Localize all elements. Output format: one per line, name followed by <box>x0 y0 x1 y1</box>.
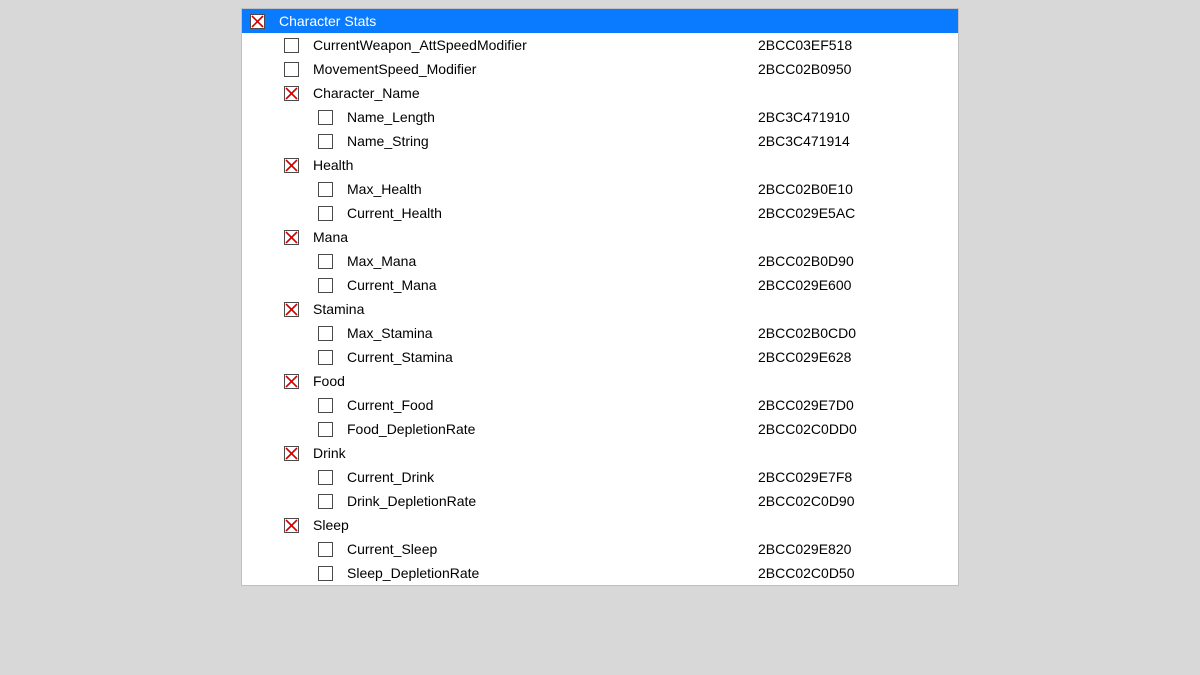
entry-label: Sleep_DepletionRate <box>347 561 479 585</box>
checkbox-icon[interactable] <box>284 302 299 317</box>
tree-row[interactable]: Current_Mana 2BCC029E600 <box>242 273 958 297</box>
tree-row[interactable]: Drink_DepletionRate 2BCC02C0D90 <box>242 489 958 513</box>
entry-address: 2BCC02B0CD0 <box>758 321 958 345</box>
group-label: Health <box>313 153 353 177</box>
tree-group-row[interactable]: Mana <box>242 225 958 249</box>
entry-label: Max_Stamina <box>347 321 433 345</box>
checkbox-icon[interactable] <box>318 422 333 437</box>
entry-address: 2BCC02B0950 <box>758 57 958 81</box>
group-label: Sleep <box>313 513 349 537</box>
entry-label: Current_Drink <box>347 465 434 489</box>
checkbox-icon[interactable] <box>318 326 333 341</box>
checkbox-icon[interactable] <box>318 278 333 293</box>
tree-row[interactable]: Current_Stamina 2BCC029E628 <box>242 345 958 369</box>
entry-label: CurrentWeapon_AttSpeedModifier <box>313 33 527 57</box>
entry-label: MovementSpeed_Modifier <box>313 57 476 81</box>
entry-address: 2BCC02C0D50 <box>758 561 958 585</box>
checkbox-icon[interactable] <box>318 566 333 581</box>
tree-group-row[interactable]: Character_Name <box>242 81 958 105</box>
tree-row[interactable]: MovementSpeed_Modifier 2BCC02B0950 <box>242 57 958 81</box>
entry-label: Current_Mana <box>347 273 437 297</box>
entry-label: Current_Health <box>347 201 442 225</box>
checkbox-icon[interactable] <box>250 14 265 29</box>
group-label: Mana <box>313 225 348 249</box>
entry-label: Current_Food <box>347 393 433 417</box>
checkbox-icon[interactable] <box>318 470 333 485</box>
entry-label: Max_Health <box>347 177 422 201</box>
entry-label: Current_Sleep <box>347 537 437 561</box>
checkbox-icon[interactable] <box>318 254 333 269</box>
tree-row[interactable]: Current_Food 2BCC029E7D0 <box>242 393 958 417</box>
tree-group-row[interactable]: Drink <box>242 441 958 465</box>
checkbox-icon[interactable] <box>318 182 333 197</box>
group-label: Food <box>313 369 345 393</box>
group-label: Stamina <box>313 297 364 321</box>
group-label: Drink <box>313 441 346 465</box>
group-label: Character_Name <box>313 81 420 105</box>
checkbox-icon[interactable] <box>284 86 299 101</box>
tree-row[interactable]: Max_Mana 2BCC02B0D90 <box>242 249 958 273</box>
checkbox-icon[interactable] <box>284 158 299 173</box>
checkbox-icon[interactable] <box>318 398 333 413</box>
checkbox-icon[interactable] <box>318 542 333 557</box>
checkbox-icon[interactable] <box>318 494 333 509</box>
tree-row[interactable]: Name_String 2BC3C471914 <box>242 129 958 153</box>
entry-label: Name_String <box>347 129 429 153</box>
tree-row[interactable]: Current_Health 2BCC029E5AC <box>242 201 958 225</box>
checkbox-icon[interactable] <box>318 110 333 125</box>
entry-address: 2BCC03EF518 <box>758 33 958 57</box>
entry-address: 2BCC02B0E10 <box>758 177 958 201</box>
tree-group-row[interactable]: Sleep <box>242 513 958 537</box>
checkbox-icon[interactable] <box>284 38 299 53</box>
entry-label: Food_DepletionRate <box>347 417 475 441</box>
entry-label: Max_Mana <box>347 249 416 273</box>
tree-row[interactable]: Max_Health 2BCC02B0E10 <box>242 177 958 201</box>
entry-label: Name_Length <box>347 105 435 129</box>
tree-row[interactable]: CurrentWeapon_AttSpeedModifier 2BCC03EF5… <box>242 33 958 57</box>
entry-address: 2BC3C471914 <box>758 129 958 153</box>
checkbox-icon[interactable] <box>284 374 299 389</box>
entry-address: 2BCC029E7D0 <box>758 393 958 417</box>
checkbox-icon[interactable] <box>284 446 299 461</box>
tree-row[interactable]: Food_DepletionRate 2BCC02C0DD0 <box>242 417 958 441</box>
checkbox-icon[interactable] <box>284 62 299 77</box>
tree-row[interactable]: Current_Drink 2BCC029E7F8 <box>242 465 958 489</box>
tree-group-row[interactable]: Stamina <box>242 297 958 321</box>
tree-group-row[interactable]: Food <box>242 369 958 393</box>
entry-address: 2BCC02C0DD0 <box>758 417 958 441</box>
tree-group-row[interactable]: Health <box>242 153 958 177</box>
entry-address: 2BCC02C0D90 <box>758 489 958 513</box>
tree-panel: Character Stats CurrentWeapon_AttSpeedMo… <box>241 8 959 586</box>
checkbox-icon[interactable] <box>284 518 299 533</box>
entry-address: 2BCC029E628 <box>758 345 958 369</box>
entry-address: 2BCC029E5AC <box>758 201 958 225</box>
tree-row[interactable]: Name_Length 2BC3C471910 <box>242 105 958 129</box>
entry-address: 2BCC029E600 <box>758 273 958 297</box>
tree-row[interactable]: Sleep_DepletionRate 2BCC02C0D50 <box>242 561 958 585</box>
entry-address: 2BCC02B0D90 <box>758 249 958 273</box>
tree-row[interactable]: Max_Stamina 2BCC02B0CD0 <box>242 321 958 345</box>
tree-row[interactable]: Current_Sleep 2BCC029E820 <box>242 537 958 561</box>
tree-root-label: Character Stats <box>279 9 376 33</box>
entry-label: Current_Stamina <box>347 345 453 369</box>
checkbox-icon[interactable] <box>318 134 333 149</box>
checkbox-icon[interactable] <box>284 230 299 245</box>
entry-address: 2BCC029E7F8 <box>758 465 958 489</box>
entry-address: 2BC3C471910 <box>758 105 958 129</box>
entry-label: Drink_DepletionRate <box>347 489 476 513</box>
checkbox-icon[interactable] <box>318 350 333 365</box>
tree-root-row[interactable]: Character Stats <box>242 9 958 33</box>
checkbox-icon[interactable] <box>318 206 333 221</box>
entry-address: 2BCC029E820 <box>758 537 958 561</box>
